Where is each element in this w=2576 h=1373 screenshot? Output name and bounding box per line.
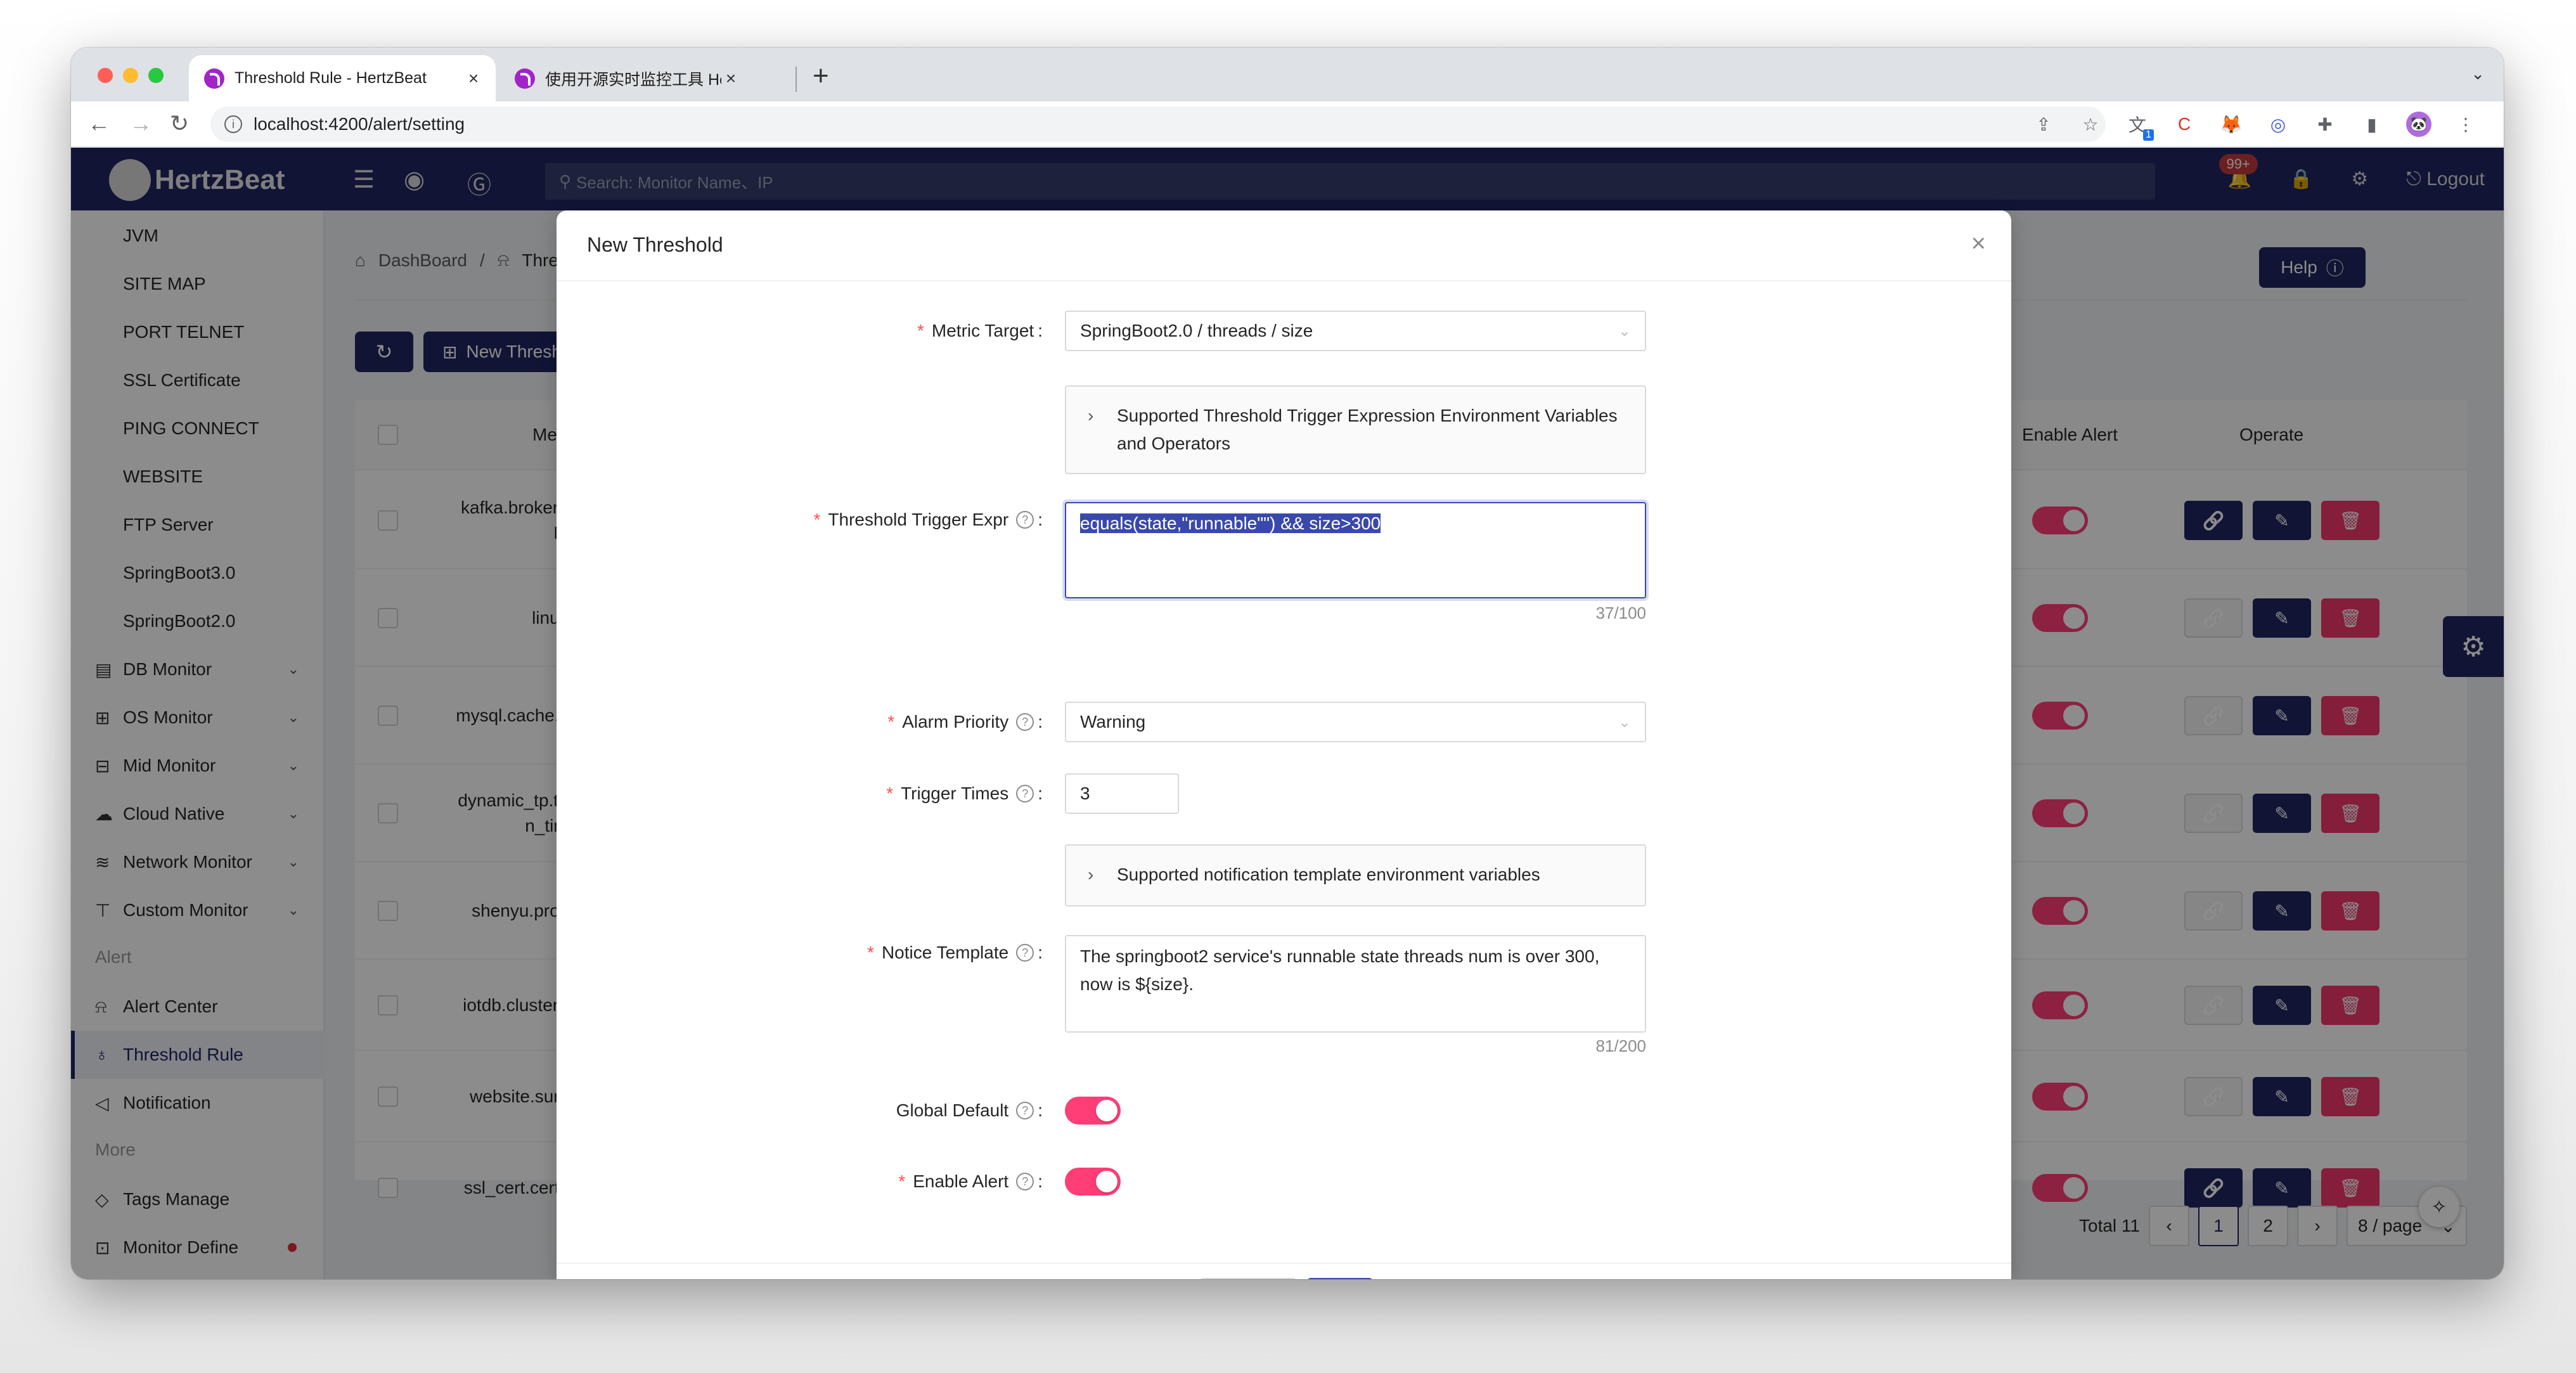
reload-icon[interactable]: ↻	[170, 110, 189, 137]
trigger-expr-label: * Threshold Trigger Expr?:	[813, 510, 1043, 529]
ok-button[interactable]: OK	[1307, 1278, 1373, 1279]
tab-strip: Threshold Rule - HertzBeat × 使用开源实时监控工具 …	[71, 48, 2504, 101]
label-text: Enable Alert	[913, 1171, 1009, 1191]
metric-target-select[interactable]: SpringBoot2.0 / threads / size ⌄	[1065, 311, 1646, 351]
metamask-fox-icon[interactable]: 🦊	[2219, 112, 2244, 137]
enable-alert-toggle[interactable]	[1065, 1168, 1121, 1196]
trigger-times-value: 3	[1080, 783, 1090, 803]
required-asterisk: *	[813, 510, 821, 529]
forward-arrow-icon[interactable]: →	[129, 110, 152, 137]
tab-title: 使用开源实时监控工具 HertzBeat	[545, 70, 721, 89]
help-question-icon[interactable]: ?	[1016, 511, 1034, 529]
close-icon[interactable]: ×	[1971, 229, 1986, 258]
bookmark-star-icon[interactable]: ☆	[2078, 112, 2103, 137]
help-question-icon[interactable]: ?	[1016, 944, 1034, 962]
notice-template-value: The springboot2 service's runnable state…	[1080, 946, 1600, 994]
required-asterisk: *	[887, 712, 895, 732]
translate-extension-icon[interactable]: 文1	[2125, 112, 2154, 141]
label-text: Global Default	[896, 1100, 1009, 1120]
priority-value: Warning	[1080, 712, 1146, 732]
template-help-collapse[interactable]: › Supported notification template enviro…	[1065, 844, 1646, 906]
trigger-expr-value: equals(state,"runnable"") && size>300	[1080, 513, 1381, 533]
notice-template-counter: 81/200	[1595, 1036, 1646, 1055]
help-question-icon[interactable]: ?	[1016, 1102, 1034, 1119]
label-text: Trigger Times	[901, 783, 1009, 803]
help-question-icon[interactable]: ?	[1016, 785, 1034, 803]
metric-target-value: SpringBoot2.0 / threads / size	[1080, 321, 1313, 340]
site-info-icon[interactable]: i	[224, 115, 242, 133]
trigger-times-label: * Trigger Times?:	[886, 783, 1043, 803]
browser-tab-active[interactable]: Threshold Rule - HertzBeat ×	[189, 55, 496, 101]
chevron-down-icon: ⌄	[1618, 322, 1631, 340]
browser-menu-icon[interactable]: ⋮	[2453, 112, 2478, 137]
label-text: Threshold Trigger Expr	[828, 510, 1009, 529]
required-asterisk: *	[917, 321, 924, 340]
address-bar: ← → ↻ i localhost:4200/alert/setting ⇪ ☆…	[71, 101, 2504, 148]
label-text: Notice Template	[881, 943, 1009, 962]
metric-target-label: * Metric Target:	[917, 321, 1043, 340]
close-window-button[interactable]	[98, 68, 113, 83]
modal-footer	[557, 1263, 2011, 1279]
help-question-icon[interactable]: ?	[1016, 1173, 1034, 1190]
notice-template-label: * Notice Template?:	[867, 943, 1043, 962]
browser-tab[interactable]: 使用开源实时监控工具 HertzBeat ×	[499, 55, 753, 101]
maximize-window-button[interactable]	[148, 68, 164, 83]
minimize-window-button[interactable]	[123, 68, 138, 83]
extension-badge: 1	[2143, 129, 2154, 141]
trigger-times-input[interactable]: 3	[1065, 773, 1179, 814]
modal-title: New Threshold	[587, 233, 723, 256]
priority-select[interactable]: Warning ⌄	[1065, 702, 1646, 742]
required-asterisk: *	[898, 1171, 906, 1191]
global-default-label: Global Default?:	[896, 1100, 1043, 1120]
hertzbeat-favicon-icon	[204, 68, 224, 89]
chevron-down-icon: ⌄	[1618, 713, 1631, 731]
required-asterisk: *	[886, 783, 894, 803]
expr-help-text: Supported Threshold Trigger Expression E…	[1117, 406, 1618, 453]
side-panel-icon[interactable]: ▮	[2359, 112, 2385, 137]
profile-avatar[interactable]: 🐼	[2406, 112, 2431, 137]
red-c-extension-icon[interactable]: C	[2172, 112, 2197, 137]
back-arrow-icon[interactable]: ←	[87, 110, 110, 137]
label-text: Metric Target	[931, 321, 1034, 340]
hertzbeat-favicon-icon	[515, 68, 535, 89]
trigger-expr-textarea[interactable]: equals(state,"runnable"") && size>300	[1065, 502, 1646, 598]
chevron-right-icon: ›	[1088, 865, 1094, 884]
notice-template-textarea[interactable]: The springboot2 service's runnable state…	[1065, 935, 1646, 1033]
priority-label: * Alarm Priority?:	[887, 712, 1043, 732]
label-text: Alarm Priority	[902, 712, 1009, 732]
chevron-right-icon: ›	[1088, 406, 1094, 425]
tab-search-chevron-icon[interactable]: ⌄	[2471, 64, 2485, 84]
enable-alert-label: * Enable Alert?:	[898, 1171, 1043, 1191]
browser-window: Threshold Rule - HertzBeat × 使用开源实时监控工具 …	[71, 48, 2504, 1279]
expr-help-collapse[interactable]: › Supported Threshold Trigger Expression…	[1065, 385, 1646, 474]
help-question-icon[interactable]: ?	[1016, 713, 1034, 731]
browser-toolbar-right: ⇪ ☆ 文1 C 🦊 ◎ ✚ ▮ 🐼 ⋮	[2031, 106, 2478, 142]
tab-close-icon[interactable]: ×	[721, 68, 740, 89]
share-icon[interactable]: ⇪	[2031, 112, 2056, 137]
tab-title: Threshold Rule - HertzBeat	[235, 69, 427, 87]
new-tab-button[interactable]: +	[813, 60, 829, 92]
new-threshold-modal: New Threshold × * Metric Target: SpringBo…	[557, 210, 2011, 1279]
modal-header: New Threshold ×	[557, 210, 2011, 281]
url-field[interactable]: i localhost:4200/alert/setting	[210, 106, 2106, 142]
tab-close-icon[interactable]: ×	[464, 68, 483, 89]
url-text: localhost:4200/alert/setting	[254, 114, 465, 134]
tab-separator	[795, 67, 797, 92]
global-default-toggle[interactable]	[1065, 1097, 1121, 1125]
cancel-button[interactable]: Cancel	[1199, 1278, 1297, 1279]
extensions-puzzle-icon[interactable]: ✚	[2312, 112, 2338, 137]
trigger-expr-counter: 37/100	[1595, 603, 1646, 622]
template-help-text: Supported notification template environm…	[1117, 865, 1540, 884]
required-asterisk: *	[867, 943, 874, 962]
compass-extension-icon[interactable]: ◎	[2265, 112, 2291, 137]
